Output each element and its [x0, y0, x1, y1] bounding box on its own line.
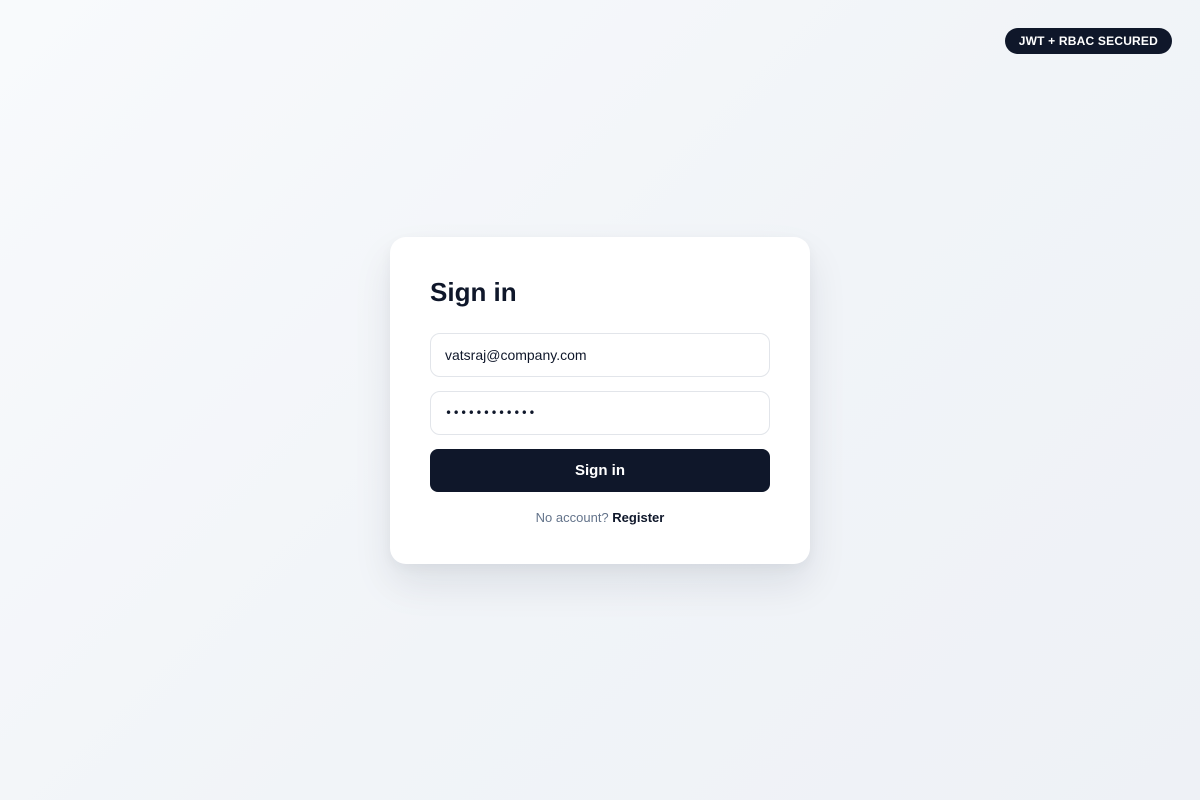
password-field[interactable] — [430, 391, 770, 435]
no-account-text: No account? — [535, 510, 609, 525]
sign-in-button[interactable]: Sign in — [430, 449, 770, 492]
register-prompt: No account? Register — [430, 510, 770, 526]
register-link[interactable]: Register — [612, 510, 664, 525]
login-card: Sign in Sign in No account? Register — [390, 237, 810, 564]
security-badge: JWT + RBAC SECURED — [1004, 28, 1172, 54]
page-title: Sign in — [430, 277, 517, 307]
email-field[interactable] — [430, 333, 770, 377]
